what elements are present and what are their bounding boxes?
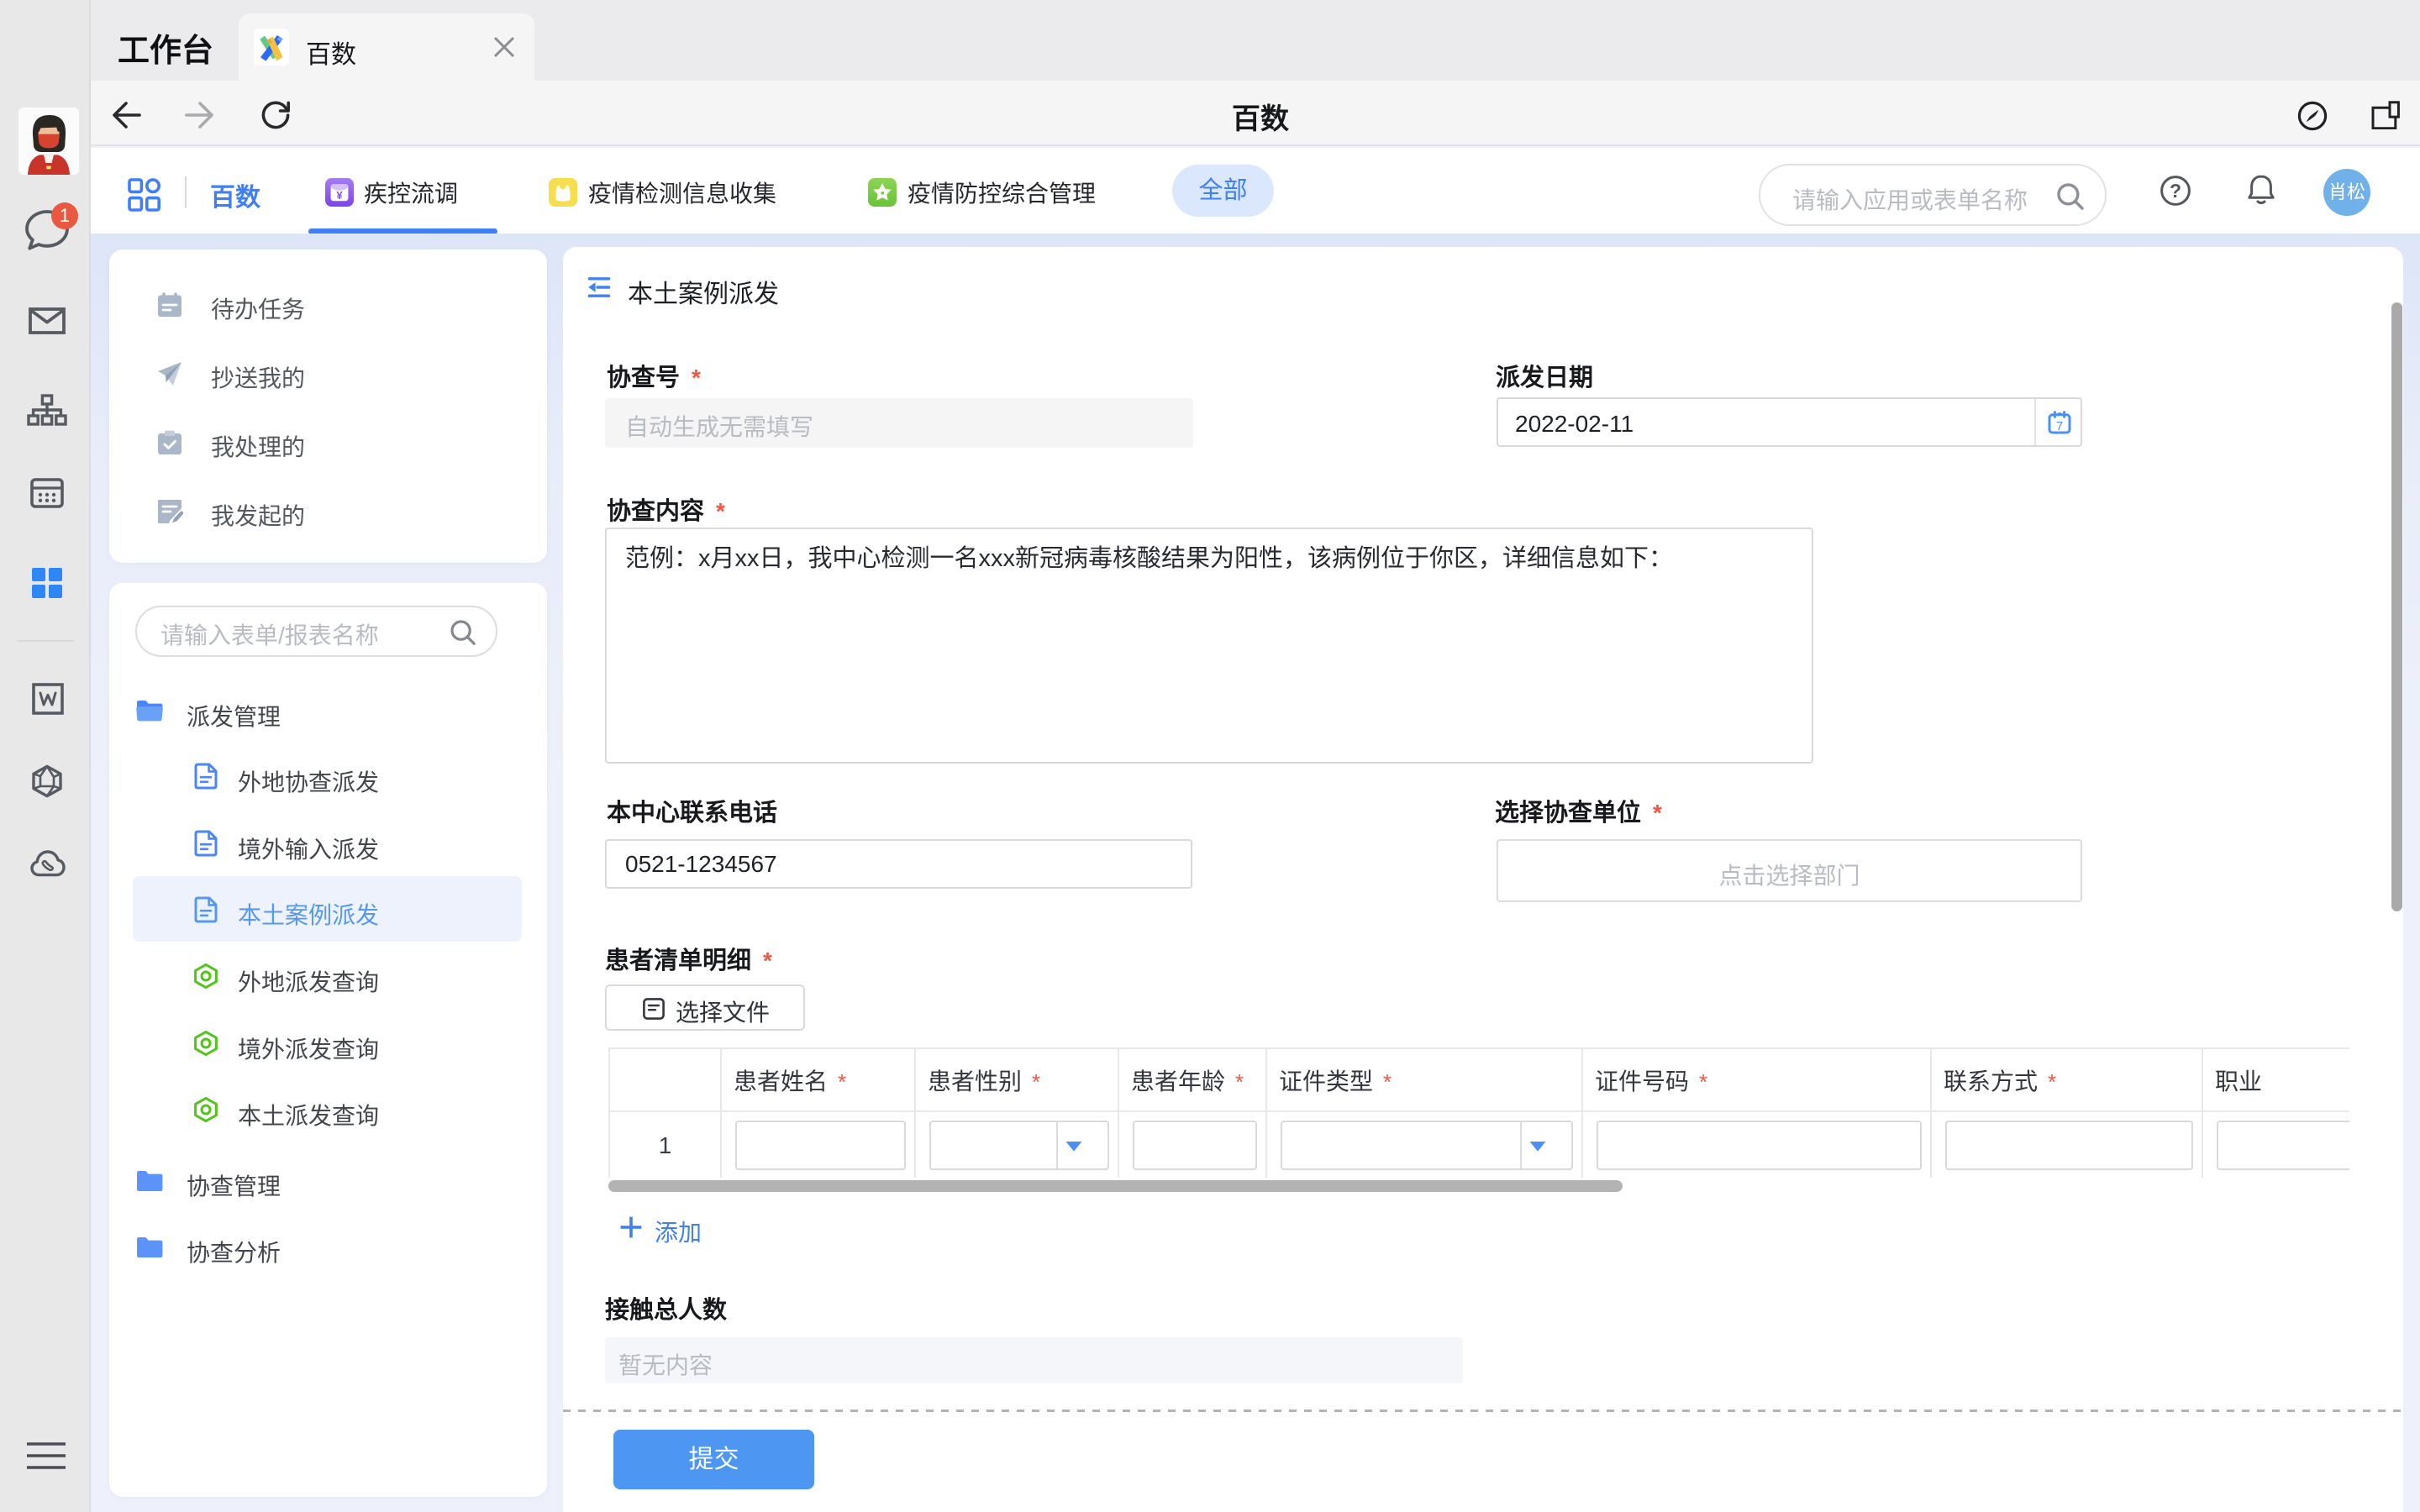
svg-text:¥: ¥ <box>336 189 343 202</box>
svg-text:?: ? <box>2170 180 2181 202</box>
svg-text:7: 7 <box>2056 419 2063 433</box>
